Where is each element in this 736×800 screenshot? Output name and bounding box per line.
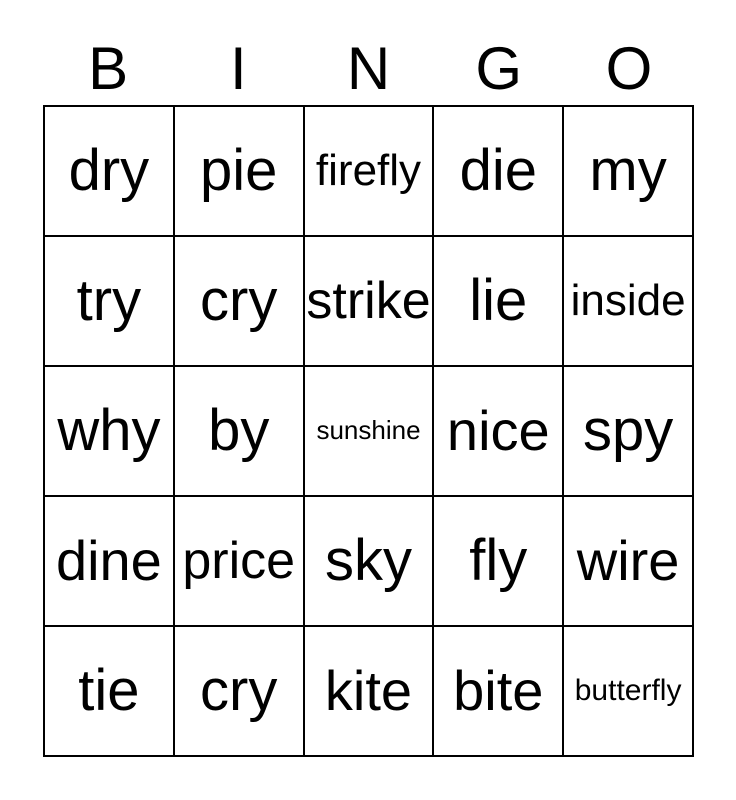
bingo-cell-label: my (589, 137, 667, 203)
bingo-cell[interactable]: dry (45, 107, 175, 237)
bingo-cell[interactable]: by (174, 367, 305, 497)
bingo-cell-label: fly (469, 527, 528, 593)
bingo-cell[interactable]: spy (564, 367, 694, 497)
bingo-cell-label: try (76, 267, 142, 333)
bingo-cell-label: butterfly (574, 674, 682, 708)
bingo-cell[interactable]: cry (174, 237, 305, 367)
bingo-cell[interactable]: pie (174, 107, 305, 237)
bingo-cell-label: die (459, 137, 537, 203)
bingo-cell[interactable]: my (564, 107, 694, 237)
bingo-cell[interactable]: cry (174, 627, 305, 757)
bingo-cell[interactable]: fly (434, 497, 565, 627)
bingo-cell[interactable]: sky (304, 497, 435, 627)
bingo-cell[interactable]: die (434, 107, 565, 237)
bingo-cell[interactable]: strike (304, 237, 435, 367)
bingo-cell-label: bite (453, 658, 544, 722)
bingo-cell[interactable]: nice (434, 367, 565, 497)
bingo-cell[interactable]: tie (45, 627, 175, 757)
bingo-cell-label: by (208, 397, 270, 463)
bingo-cell[interactable]: bite (434, 627, 565, 757)
bingo-cell-label: sunshine (316, 415, 421, 446)
bingo-card: B I N G O dry pie firefly die my try cry… (0, 0, 736, 800)
bingo-cell-label: inside (570, 276, 686, 326)
bingo-cell-label: tie (78, 657, 140, 723)
bingo-cell-label: firefly (315, 146, 422, 196)
bingo-cell-label: price (182, 531, 296, 590)
bingo-cell[interactable]: wire (564, 497, 694, 627)
bingo-cell-label: cry (200, 657, 278, 723)
bingo-cell-label: nice (446, 398, 550, 462)
bingo-cell[interactable]: price (174, 497, 305, 627)
header-letter-g: G (475, 35, 523, 102)
bingo-grid: dry pie firefly die my try cry strike li… (43, 105, 694, 757)
bingo-cell[interactable]: butterfly (564, 627, 694, 757)
bingo-cell-label: cry (200, 267, 278, 333)
header-letter-i: I (229, 35, 247, 102)
bingo-cell-label: why (57, 397, 161, 463)
bingo-cell[interactable]: try (45, 237, 175, 367)
bingo-cell[interactable]: sunshine (304, 367, 435, 497)
bingo-cell-label: spy (582, 397, 674, 463)
bingo-cell-label: strike (306, 271, 431, 330)
header-letter-o: O (605, 35, 653, 102)
bingo-header: B I N G O (43, 28, 694, 100)
bingo-cell-label: wire (576, 528, 680, 592)
bingo-cell-label: lie (469, 267, 528, 333)
header-letter-b: B (88, 35, 129, 102)
bingo-cell[interactable]: firefly (304, 107, 435, 237)
bingo-cell-label: dine (55, 528, 162, 592)
bingo-cell-label: kite (324, 658, 413, 722)
bingo-cell[interactable]: inside (564, 237, 694, 367)
bingo-cell[interactable]: dine (45, 497, 175, 627)
bingo-cell-label: pie (199, 137, 278, 203)
bingo-cell[interactable]: lie (434, 237, 565, 367)
bingo-cell-label: dry (68, 137, 150, 203)
bingo-cell[interactable]: why (45, 367, 175, 497)
bingo-cell[interactable]: kite (304, 627, 435, 757)
header-letter-n: N (346, 35, 391, 102)
bingo-cell-label: sky (324, 527, 412, 593)
